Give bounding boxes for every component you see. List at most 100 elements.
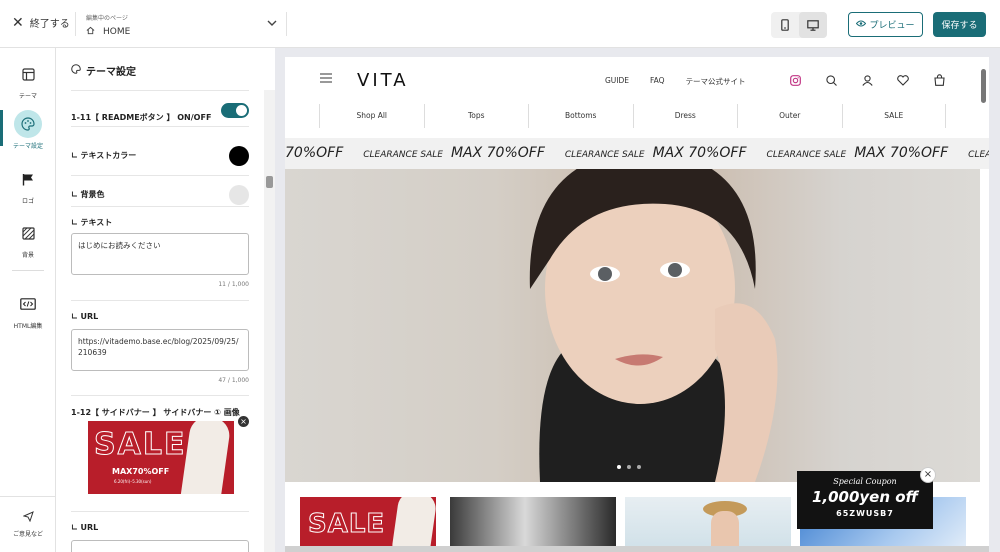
ticker-lead: 70%OFF: [285, 145, 344, 161]
category-tops[interactable]: Tops: [423, 104, 529, 128]
url2-label: ∟ URL: [71, 523, 99, 532]
texture-icon: [14, 219, 42, 247]
phone-icon: [781, 16, 789, 35]
nav-label: テーマ: [18, 93, 37, 100]
url-input[interactable]: https://vitademo.base.ec/blog/2025/09/25…: [71, 329, 249, 371]
heart-icon[interactable]: [897, 74, 909, 86]
thumb-monochrome[interactable]: [450, 497, 616, 552]
scroll-thumb[interactable]: [981, 69, 986, 103]
panel-title: テーマ設定: [71, 63, 136, 78]
carousel-dots: [617, 465, 641, 469]
category-outer[interactable]: Outer: [737, 104, 842, 128]
send-icon: [0, 511, 56, 524]
ticker-text: MAX 70%OFF: [652, 145, 747, 161]
panel-scrollbar[interactable]: [264, 90, 275, 552]
category-shop-all[interactable]: Shop All: [319, 104, 424, 128]
url-label: ∟ URL: [71, 312, 99, 321]
category-dress[interactable]: Dress: [632, 104, 738, 128]
coupon-code: 65ZWUSB7: [836, 509, 894, 518]
coupon-popup[interactable]: Special Coupon 1,000yen off 65ZWUSB7: [797, 471, 933, 529]
nav-label: ロゴ: [21, 198, 34, 205]
mobile-view-button[interactable]: [771, 12, 799, 38]
preview-button[interactable]: プレビュー: [848, 12, 923, 37]
exit-button[interactable]: ✕ 終了する: [12, 15, 70, 31]
ticker-text: CLEARANCE SALE: [564, 150, 645, 160]
current-page: HOME: [103, 27, 131, 37]
nav-faq[interactable]: FAQ: [650, 76, 665, 87]
text-char-count: 11 / 1,000: [218, 281, 249, 288]
device-switch: [771, 12, 827, 38]
banner-sub-text: MAX70%OFF: [112, 467, 170, 476]
nav-label: 背景: [21, 252, 34, 259]
url-char-count: 47 / 1,000: [218, 377, 249, 384]
eye-icon: [856, 20, 867, 30]
save-label: 保存する: [941, 21, 978, 31]
category-bottoms[interactable]: Bottoms: [528, 104, 633, 128]
carousel-dot[interactable]: [617, 465, 621, 469]
divider: [75, 12, 76, 36]
nav-guide[interactable]: GUIDE: [605, 76, 629, 87]
category-sale[interactable]: SALE: [841, 104, 946, 128]
scroll-thumb[interactable]: [266, 176, 273, 188]
nav-item-theme[interactable]: テーマ: [0, 60, 56, 100]
coupon-title: Special Coupon: [833, 477, 897, 486]
settings-panel: テーマ設定 1-11【 READMEボタン 】 ON/OFF ∟ テキストカラー…: [57, 48, 275, 552]
bg-color-swatch[interactable]: [229, 185, 249, 205]
hamburger-icon[interactable]: [320, 71, 332, 87]
site-header: VITA GUIDE FAQ テーマ公式サイト: [285, 57, 989, 103]
banner-big-text: SALE: [93, 427, 187, 463]
carousel-dot[interactable]: [637, 465, 641, 469]
text-row: ∟ テキスト はじめにお読みください 11 / 1,000: [71, 208, 249, 301]
ticker-text: CLEARANCE SALE: [363, 150, 443, 160]
search-icon[interactable]: [825, 74, 837, 86]
url-row: ∟ URL https://vitademo.base.ec/blog/2025…: [71, 302, 249, 396]
bg-color-row: ∟ 背景色: [71, 177, 249, 207]
shopping-bag-icon[interactable]: [933, 74, 945, 86]
thumb-sale[interactable]: SALE: [300, 497, 436, 552]
divider: [71, 90, 249, 91]
chevron-down-icon[interactable]: [267, 17, 277, 30]
feedback-button[interactable]: ご意見など: [0, 496, 56, 552]
thumb-beach[interactable]: [625, 497, 791, 552]
palette-icon: [14, 110, 42, 138]
banner-date-text: 6.20(fri)–5.30(sun): [114, 479, 152, 484]
home-icon: [86, 26, 95, 38]
desktop-view-button[interactable]: [799, 12, 827, 38]
palette-icon: [71, 64, 81, 77]
readme-toggle-label: 1-11【 READMEボタン 】 ON/OFF: [71, 113, 212, 122]
coupon-close-button[interactable]: ×: [920, 467, 936, 483]
editing-caption: 編集中のページ: [86, 15, 128, 22]
text-color-swatch[interactable]: [229, 146, 249, 166]
carousel-dot[interactable]: [627, 465, 631, 469]
category-bar: Shop All Tops Bottoms Dress Outer SALE: [319, 104, 946, 128]
divider: [71, 511, 249, 512]
nav-item-theme-settings[interactable]: テーマ設定: [0, 110, 56, 150]
nav-item-background[interactable]: 背景: [0, 219, 56, 259]
preview-label: プレビュー: [869, 21, 915, 31]
page-selector[interactable]: 編集中のページ HOME: [86, 13, 130, 38]
code-icon: [14, 290, 42, 318]
layout-icon: [14, 60, 42, 88]
nav-item-html-edit[interactable]: HTML編集: [0, 290, 56, 330]
remove-image-button[interactable]: ×: [238, 416, 249, 427]
coupon-amount: 1,000yen off: [811, 488, 919, 506]
model-figure: [390, 497, 436, 552]
url2-input[interactable]: [71, 540, 249, 552]
ticker-text: MAX 70%OFF: [450, 145, 545, 161]
side-banner-image[interactable]: SALE MAX70%OFF 6.20(fri)–5.30(sun): [88, 421, 234, 494]
hero-image[interactable]: [285, 169, 980, 482]
nav-official-site[interactable]: テーマ公式サイト: [686, 76, 746, 87]
save-button[interactable]: 保存する: [933, 12, 986, 37]
text-color-row: ∟ テキストカラー: [71, 138, 249, 176]
text-input[interactable]: はじめにお読みください: [71, 233, 249, 275]
hero-portrait: [529, 169, 778, 482]
user-icon[interactable]: [861, 74, 873, 86]
flag-icon: [14, 165, 42, 193]
nav-item-logo[interactable]: ロゴ: [0, 165, 56, 205]
readme-toggle[interactable]: [221, 103, 249, 118]
horizontal-scrollbar[interactable]: [285, 546, 989, 552]
exit-label: 終了する: [29, 19, 70, 30]
site-logo[interactable]: VITA: [357, 70, 409, 91]
instagram-icon[interactable]: [789, 74, 801, 86]
preview-scrollbar[interactable]: [980, 57, 988, 552]
